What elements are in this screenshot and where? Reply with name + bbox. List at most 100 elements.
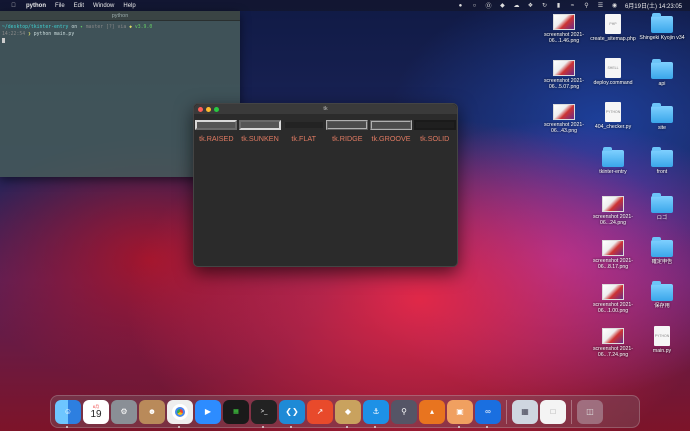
desktop-item[interactable]: screenshot 2021-06...8.17.png [588,240,638,270]
sync-icon[interactable]: ↻ [541,3,548,9]
relief-solid-label: tk.SOLID [420,134,450,143]
dock-activity-monitor[interactable]: ▦ [223,399,249,424]
quicktime-icon: ⚲ [401,407,407,416]
dock-finder[interactable]: ☺ [55,399,81,428]
desktop-item[interactable]: PHP create_sitemap.php [588,14,638,42]
desktop-item[interactable]: screenshot 2021-06...1.46.png [539,14,589,44]
dock-contacts[interactable]: ☻ [139,399,165,424]
menu-file[interactable]: File [55,3,65,9]
terminal-command: python main.py [33,32,75,37]
desktop-item[interactable]: PYTHON 404_checker.py [588,102,638,130]
relief-flat-frame [282,120,325,130]
menubar-clock[interactable]: 6月19日(土) 14:23:05 [625,1,682,10]
sourcetree-icon: ▴ [429,407,434,416]
desktop-item[interactable]: screenshot 2021-06...7.24.png [588,328,638,358]
apple-icon[interactable]:  [10,3,17,9]
desktop-item[interactable]: screenshot 2021-06...43.png [539,104,589,134]
image-icon [602,284,624,300]
prompt-branch: master [85,25,104,30]
relief-groove-label: tk.GROOVE [371,134,411,143]
running-dot [486,425,488,428]
dropbox-icon[interactable]: ❖ [527,3,534,9]
dock-vscode[interactable]: ❮❯ [279,399,305,428]
p-icon[interactable]: Ⓞ [485,3,492,10]
tk-window[interactable]: tk tk.RAISED tk.SUNKEN tk.FLAT tk.RIDGE … [193,103,458,267]
folder-icon [651,237,673,257]
image-icon [553,60,575,76]
desktop-item[interactable]: 保存用 [637,281,687,309]
folder-icon [651,147,673,167]
folder-icon [651,103,673,123]
dock-python-launcher[interactable]: ◆ [335,399,361,428]
dock-zoom[interactable]: ▶ [195,399,221,424]
menu-window[interactable]: Window [93,3,114,9]
terminal-titlebar[interactable]: python [0,11,240,21]
status-ring-icon[interactable]: ○ [471,3,478,9]
desktop-item[interactable]: ロゴ [637,193,687,221]
control-center-icon[interactable]: ☰ [597,3,604,9]
battery-icon[interactable]: ▮ [555,3,562,9]
dock-recent-screenshot[interactable]: ▦ [512,399,538,424]
dock-recent-document[interactable]: □ [540,399,566,424]
infinity-icon: ∞ [485,407,491,416]
dock-sourcetree[interactable]: ▴ [419,399,445,424]
vscode-icon: ❮❯ [285,407,299,416]
image-icon [602,328,624,344]
image-icon [553,14,575,30]
prompt-pyver: v3.9.0 [134,25,153,30]
trash-icon: ◫ [586,407,594,416]
dock-infinity[interactable]: ∞ [475,399,501,428]
menubar-app-name[interactable]: python [26,3,46,9]
terminal-icon: >_ [260,408,268,415]
calendar-day: 19 [90,408,102,420]
terminal-command-line: 14:22:54 ❯ python main.py [2,31,238,38]
terminal-cursor [2,38,5,43]
folder-icon [651,13,673,33]
desktop-item[interactable]: screenshot 2021-06...1.00.png [588,284,638,314]
relief-raised-label: tk.RAISED [199,134,234,143]
running-dot [346,425,348,428]
wifi-icon[interactable]: ≈ [569,3,576,9]
desktop-item[interactable]: SHELL deploy.command [588,58,638,86]
dock-calendar[interactable]: 6月 19 [83,399,109,424]
relief-groove-frame [370,120,413,130]
dock-trash[interactable]: ◫ [577,399,603,424]
dock-system-preferences[interactable]: ⚙ [111,399,137,424]
dock-chrome[interactable] [167,399,193,428]
desktop-item[interactable]: Shingeki Kyojin v34 [637,13,687,41]
dock-instruments[interactable]: ↗ [307,399,333,424]
dock-docker[interactable]: ⚓ [363,399,389,428]
shield-icon[interactable]: ◆ [499,3,506,9]
running-dot [178,425,180,428]
desktop-item[interactable]: 確定申告 [637,237,687,265]
php-file-icon: PHP [605,14,621,34]
running-dot [374,425,376,428]
status-circle-icon[interactable]: ● [457,3,464,9]
desktop-item[interactable]: screenshot 2021-06...5.07.png [539,60,589,90]
image-icon [602,240,624,256]
dock-preview[interactable]: ▣ [447,399,473,428]
cloud-icon[interactable]: ☁ [513,3,520,9]
menu-edit[interactable]: Edit [74,3,84,9]
dock-terminal[interactable]: >_ [251,399,277,428]
search-icon[interactable]: ⚲ [583,3,590,9]
desktop-item[interactable]: screenshot 2021-06...24.png [588,196,638,226]
relief-row: tk.RAISED tk.SUNKEN tk.FLAT tk.RIDGE tk.… [194,114,457,143]
relief-sunken-frame [239,120,281,130]
terminal-title: python [111,12,129,19]
dock-separator [506,399,507,424]
desktop-item[interactable]: site [637,103,687,131]
menu-help[interactable]: Help [123,3,135,9]
desktop-item[interactable]: tkinter-entry [588,147,638,175]
prompt-arrow-icon: ❯ [28,32,31,37]
dock-quicktime[interactable]: ⚲ [391,399,417,424]
menubar:  python File Edit Window Help ● ○ Ⓞ ◆ ☁… [0,0,690,11]
desktop-item[interactable]: front [637,147,687,175]
prompt-branch-extra: [?] via [103,25,130,30]
running-dot [458,425,460,428]
desktop-item[interactable]: api [637,59,687,87]
tk-titlebar[interactable]: tk [194,104,457,114]
desktop-item[interactable]: PYTHON main.py [637,326,687,354]
siri-icon[interactable]: ◉ [611,3,618,9]
terminal-output[interactable]: ~/desktop/tkinter-entry on ✦ master [?] … [0,21,240,48]
